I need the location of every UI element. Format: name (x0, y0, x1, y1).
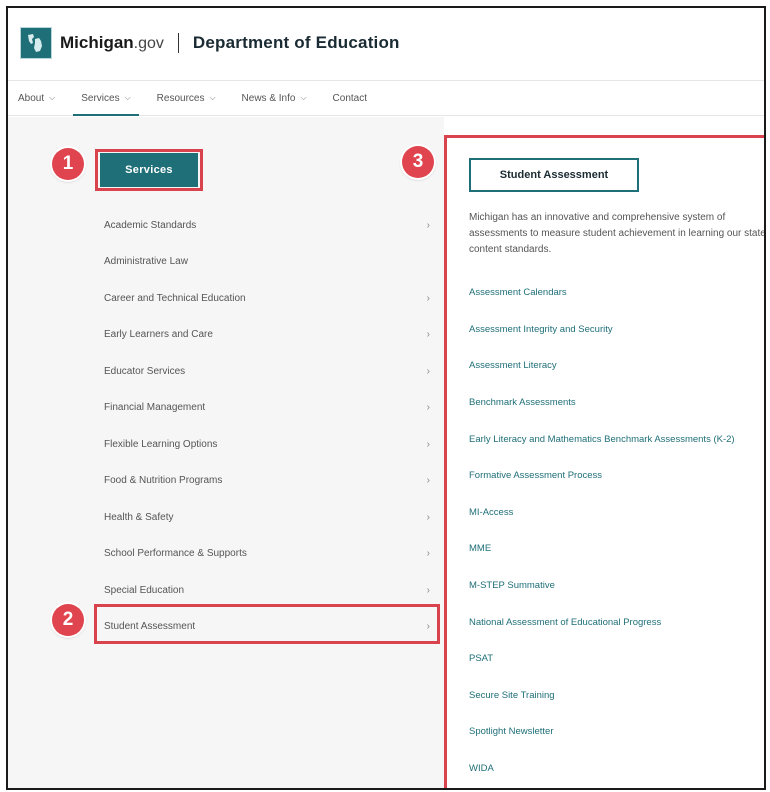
link-secure-site-training[interactable]: Secure Site Training (469, 678, 759, 715)
browser-frame: Michigan.gov Department of Education Abo… (6, 6, 766, 790)
menu-item-label: Food & Nutrition Programs (104, 475, 223, 487)
chevron-right-icon: › (426, 438, 430, 450)
menu-item-label: Flexible Learning Options (104, 438, 218, 450)
nav-about[interactable]: About ⌵ (18, 81, 55, 115)
michigan-gov-logo[interactable]: Michigan.gov (60, 33, 164, 53)
link-naep[interactable]: National Assessment of Educational Progr… (469, 604, 759, 641)
highlight-box-student-assessment (94, 604, 440, 644)
nav-contact[interactable]: Contact (333, 81, 367, 115)
menu-item-educator-services[interactable]: Educator Services › (100, 353, 436, 390)
link-m-step[interactable]: M-STEP Summative (469, 568, 759, 605)
chevron-right-icon: › (426, 292, 430, 304)
menu-item-label: School Performance & Supports (104, 548, 247, 560)
step-badge-1: 1 (52, 148, 84, 180)
student-assessment-submenu: Student Assessment Michigan has an innov… (444, 135, 766, 788)
menu-item-label: Health & Safety (104, 511, 174, 523)
student-assessment-links: Assessment Calendars Assessment Integrit… (469, 275, 759, 787)
menu-item-label: Early Learners and Care (104, 329, 213, 341)
site-header: Michigan.gov Department of Education (8, 8, 764, 78)
link-wida[interactable]: WIDA (469, 751, 759, 788)
chevron-right-icon: › (426, 584, 430, 596)
menu-item-label: Career and Technical Education (104, 292, 246, 304)
menu-item-financial-management[interactable]: Financial Management › (100, 390, 436, 427)
nav-label: Services (81, 92, 120, 104)
menu-item-label: Educator Services (104, 365, 186, 377)
chevron-right-icon: › (426, 329, 430, 341)
chevron-right-icon: › (426, 365, 430, 377)
department-title[interactable]: Department of Education (193, 33, 400, 53)
nav-label: Contact (332, 92, 368, 104)
link-assessment-calendars[interactable]: Assessment Calendars (469, 275, 759, 312)
menu-item-label: Academic Standards (104, 219, 197, 231)
link-spotlight-newsletter[interactable]: Spotlight Newsletter (469, 714, 759, 751)
nav-label: About (18, 92, 45, 104)
brand-main: Michigan (60, 33, 134, 52)
chevron-right-icon: › (426, 511, 430, 523)
services-menu-panel: Services Academic Standards › Administrat… (8, 117, 444, 788)
chevron-right-icon: › (426, 548, 430, 560)
step-badge-2: 2 (52, 604, 84, 636)
services-button[interactable]: Services (100, 153, 198, 187)
link-mi-access[interactable]: MI-Access (469, 495, 759, 532)
link-formative-assessment[interactable]: Formative Assessment Process (469, 458, 759, 495)
menu-item-food-nutrition[interactable]: Food & Nutrition Programs › (100, 463, 436, 500)
header-divider (177, 33, 179, 53)
menu-item-flexible-learning[interactable]: Flexible Learning Options › (100, 426, 436, 463)
menu-item-early-learners[interactable]: Early Learners and Care › (100, 317, 436, 354)
michigan-state-icon[interactable] (20, 27, 52, 59)
chevron-down-icon: ⌵ (124, 93, 131, 102)
link-early-literacy-math[interactable]: Early Literacy and Mathematics Benchmark… (469, 421, 759, 458)
nav-label: Resources (156, 92, 205, 104)
brand-suffix: .gov (133, 35, 164, 52)
nav-news-info[interactable]: News & Info ⌵ (242, 81, 307, 115)
chevron-down-icon: ⌵ (300, 93, 307, 102)
chevron-down-icon: ⌵ (209, 93, 216, 102)
menu-item-school-performance[interactable]: School Performance & Supports › (100, 536, 436, 573)
student-assessment-description: Michigan has an innovative and comprehen… (469, 212, 766, 255)
chevron-right-icon: › (426, 402, 430, 414)
menu-item-career-technical-education[interactable]: Career and Technical Education › (100, 280, 436, 317)
nav-label: News & Info (241, 92, 296, 104)
main-nav: About ⌵ Services ⌵ Resources ⌵ News & Info ⌵… (8, 80, 764, 116)
link-benchmark-assessments[interactable]: Benchmark Assessments (469, 385, 759, 422)
services-list: Academic Standards › Administrative Law C… (100, 207, 436, 645)
chevron-right-icon: › (426, 219, 430, 231)
student-assessment-title-button[interactable]: Student Assessment (469, 158, 639, 192)
chevron-down-icon: ⌵ (49, 93, 56, 102)
menu-item-label: Special Education (104, 584, 185, 596)
menu-item-academic-standards[interactable]: Academic Standards › (100, 207, 436, 244)
menu-item-health-safety[interactable]: Health & Safety › (100, 499, 436, 536)
nav-services[interactable]: Services ⌵ (73, 81, 140, 116)
menu-item-administrative-law[interactable]: Administrative Law (100, 244, 436, 281)
link-mme[interactable]: MME (469, 531, 759, 568)
chevron-right-icon: › (426, 475, 430, 487)
link-assessment-literacy[interactable]: Assessment Literacy (469, 348, 759, 385)
menu-item-label: Financial Management (104, 402, 206, 414)
nav-resources[interactable]: Resources ⌵ (157, 81, 216, 115)
menu-item-label: Administrative Law (104, 256, 188, 268)
link-assessment-integrity[interactable]: Assessment Integrity and Security (469, 312, 759, 349)
step-badge-3: 3 (402, 146, 434, 178)
link-psat[interactable]: PSAT (469, 641, 759, 678)
